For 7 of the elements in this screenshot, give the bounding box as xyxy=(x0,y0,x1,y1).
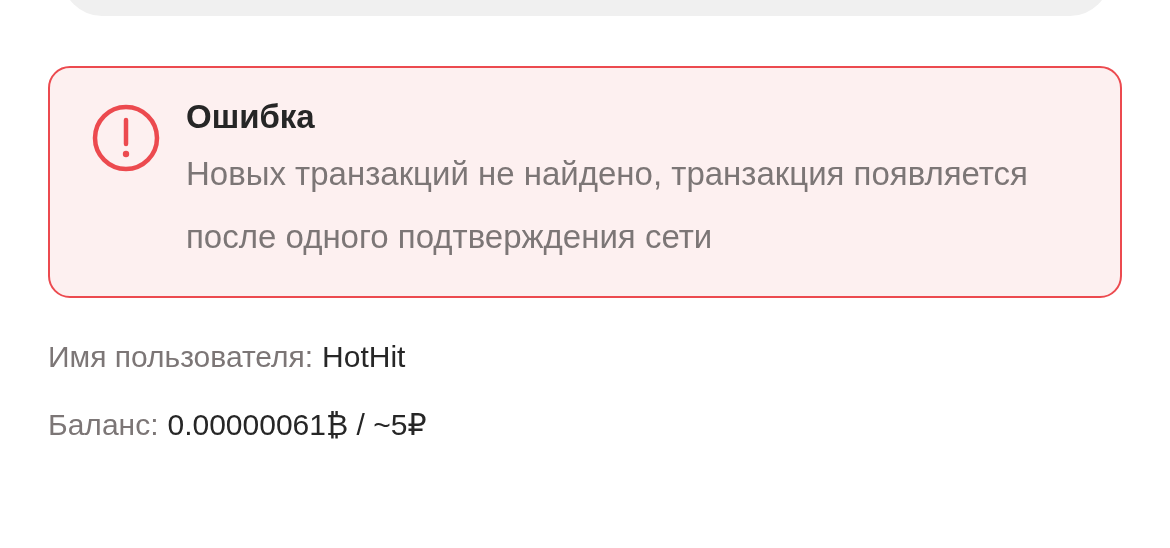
info-value: 0.00000061₿ / ~5₽ xyxy=(167,407,427,443)
exclamation-icon xyxy=(92,104,160,172)
info-label: Имя пользователя: xyxy=(48,339,314,375)
alert-title: Ошибка xyxy=(186,97,316,137)
info-label: Баланс: xyxy=(48,407,159,443)
info-value: HotHit xyxy=(322,339,406,375)
alert-message: Новых транзакций не найдено, транзакция появляется после одного подтверждения сети xyxy=(186,154,1029,257)
